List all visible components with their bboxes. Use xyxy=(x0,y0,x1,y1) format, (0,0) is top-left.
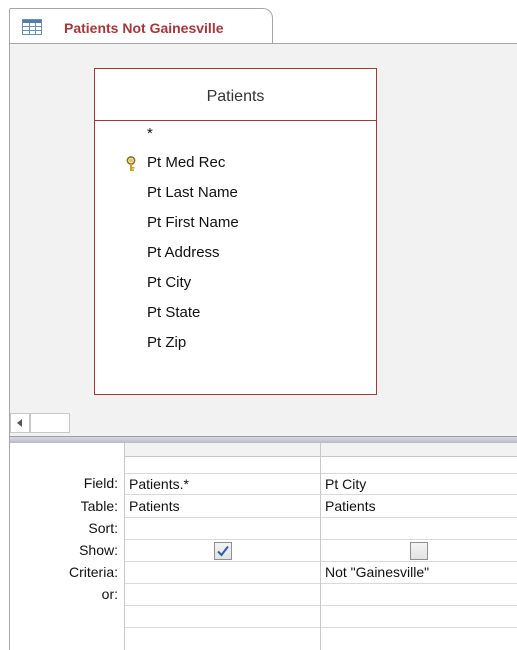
query-icon xyxy=(22,19,42,35)
row-label-criteria: Criteria: xyxy=(68,564,118,580)
field-pt-zip[interactable]: Pt Zip xyxy=(147,334,186,351)
document-tab[interactable]: Patients Not Gainesville xyxy=(9,8,273,43)
tab-title: Patients Not Gainesville xyxy=(64,20,224,36)
horizontal-scrollbar[interactable] xyxy=(10,410,517,436)
field-list-title: Patients xyxy=(95,69,376,121)
row-label-table: Table: xyxy=(80,498,118,514)
table-pane: Patients * Pt Med Rec Pt Last Name Pt Fi… xyxy=(10,43,517,411)
show-checkbox[interactable] xyxy=(214,542,232,560)
grid-line xyxy=(321,494,517,495)
scroll-left-arrow-icon[interactable] xyxy=(10,413,30,433)
grid-line xyxy=(125,605,320,606)
checkmark-icon xyxy=(217,545,229,557)
grid-line xyxy=(321,561,517,562)
grid-line xyxy=(321,473,517,474)
grid-line xyxy=(321,627,517,628)
grid-row-labels: Field: Table: Sort: Show: Criteria: or: xyxy=(10,443,118,650)
row-label-sort: Sort: xyxy=(88,520,118,536)
field-pt-address[interactable]: Pt Address xyxy=(147,244,220,261)
field-pt-city[interactable]: Pt City xyxy=(147,274,191,291)
show-checkbox[interactable] xyxy=(410,542,428,560)
patients-field-list[interactable]: Patients * Pt Med Rec Pt Last Name Pt Fi… xyxy=(94,68,377,395)
field-cell[interactable]: Patients.* xyxy=(129,476,189,492)
grid-line xyxy=(125,517,320,518)
field-cell[interactable]: Pt City xyxy=(325,476,366,492)
primary-key-icon xyxy=(125,156,137,172)
grid-line xyxy=(125,539,320,540)
pane-splitter[interactable] xyxy=(10,436,517,443)
grid-column-1: Patients.* Patients xyxy=(124,443,320,650)
row-label-or: or: xyxy=(101,586,118,602)
field-pt-first-name[interactable]: Pt First Name xyxy=(147,214,239,231)
column-selector[interactable] xyxy=(125,443,320,457)
design-grid-pane: Field: Table: Sort: Show: Criteria: or: … xyxy=(10,443,517,650)
field-all[interactable]: * xyxy=(147,125,153,142)
criteria-cell[interactable]: Not "Gainesville" xyxy=(325,564,429,580)
grid-line xyxy=(321,517,517,518)
grid-line xyxy=(321,605,517,606)
table-cell[interactable]: Patients xyxy=(325,498,376,514)
grid-line xyxy=(321,539,517,540)
grid-column-2: Pt City Patients Not "Gainesville" xyxy=(320,443,517,650)
row-label-show: Show: xyxy=(79,542,118,558)
grid-line xyxy=(125,583,320,584)
scroll-thumb[interactable] xyxy=(30,413,70,433)
field-pt-state[interactable]: Pt State xyxy=(147,304,200,321)
field-pt-last-name[interactable]: Pt Last Name xyxy=(147,184,238,201)
field-pt-med-rec[interactable]: Pt Med Rec xyxy=(147,154,225,171)
grid-line xyxy=(125,627,320,628)
row-label-field: Field: xyxy=(83,475,118,491)
grid-line xyxy=(125,494,320,495)
grid-line xyxy=(321,583,517,584)
grid-line xyxy=(125,561,320,562)
design-grid: Patients.* Patients Pt City Patients Not… xyxy=(124,443,517,650)
table-cell[interactable]: Patients xyxy=(129,498,180,514)
query-design-window: Patients Not Gainesville Patients * Pt M… xyxy=(0,0,517,650)
grid-line xyxy=(125,473,320,474)
document-tab-strip: Patients Not Gainesville xyxy=(0,0,517,43)
column-selector[interactable] xyxy=(321,443,517,457)
